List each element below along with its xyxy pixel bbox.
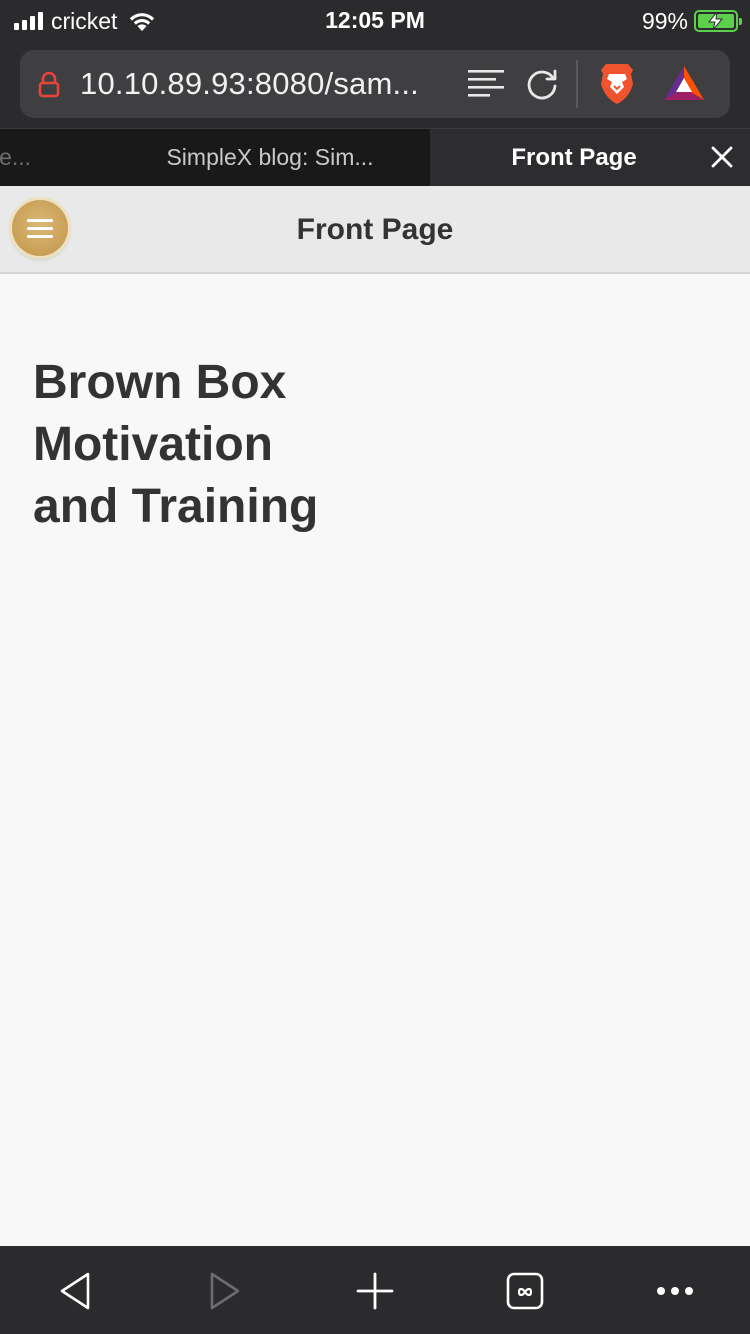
page-header-title: Front Page <box>296 213 454 246</box>
forward-icon <box>210 1272 240 1310</box>
brave-rewards-icon[interactable] <box>662 64 706 104</box>
page-content: Brown Box Motivation and Training <box>0 276 750 1246</box>
tab-label: SimpleX blog: Sim... <box>166 144 374 170</box>
bottom-toolbar <box>0 1246 750 1334</box>
tab-front-page[interactable]: Front Page <box>430 129 750 186</box>
address-bar[interactable]: 10.10.89.93:8080/sam... <box>20 50 730 118</box>
tab-strip: le... SimpleX blog: Sim... Front Page <box>0 128 750 186</box>
browser-toolbar: 10.10.89.93:8080/sam... <box>0 42 750 128</box>
reload-icon[interactable] <box>524 66 560 102</box>
more-button[interactable] <box>652 1268 698 1314</box>
lock-icon[interactable] <box>38 72 60 98</box>
tab-partial[interactable]: le... <box>0 129 110 186</box>
tabs-icon <box>506 1272 544 1310</box>
tab-simplex-blog[interactable]: SimpleX blog: Sim... <box>110 129 430 186</box>
tabs-button[interactable] <box>502 1268 548 1314</box>
tab-label: Front Page <box>511 143 637 171</box>
tab-label: le... <box>0 144 32 170</box>
more-icon <box>657 1287 693 1295</box>
status-time: 12:05 PM <box>325 7 425 33</box>
page-header: Front Page <box>0 186 750 274</box>
battery-nub <box>739 18 742 25</box>
status-bar: cricket 12:05 PM 99% <box>0 0 750 42</box>
brave-shields-icon[interactable] <box>598 62 636 106</box>
battery-percent: 99% <box>641 7 688 34</box>
url-divider <box>576 60 578 108</box>
new-tab-button[interactable] <box>352 1268 398 1314</box>
url-text[interactable]: 10.10.89.93:8080/sam... <box>80 66 419 102</box>
back-icon <box>60 1272 90 1310</box>
charging-bolt-icon <box>707 12 724 30</box>
status-right: 99% <box>641 6 742 36</box>
close-tab-icon[interactable] <box>710 145 734 169</box>
back-button[interactable] <box>52 1268 98 1314</box>
reader-mode-icon[interactable] <box>466 68 506 100</box>
new-tab-icon <box>356 1272 394 1310</box>
battery-icon <box>694 10 742 32</box>
forward-button[interactable] <box>202 1268 248 1314</box>
page-heading: Brown Box Motivation and Training <box>33 356 319 533</box>
